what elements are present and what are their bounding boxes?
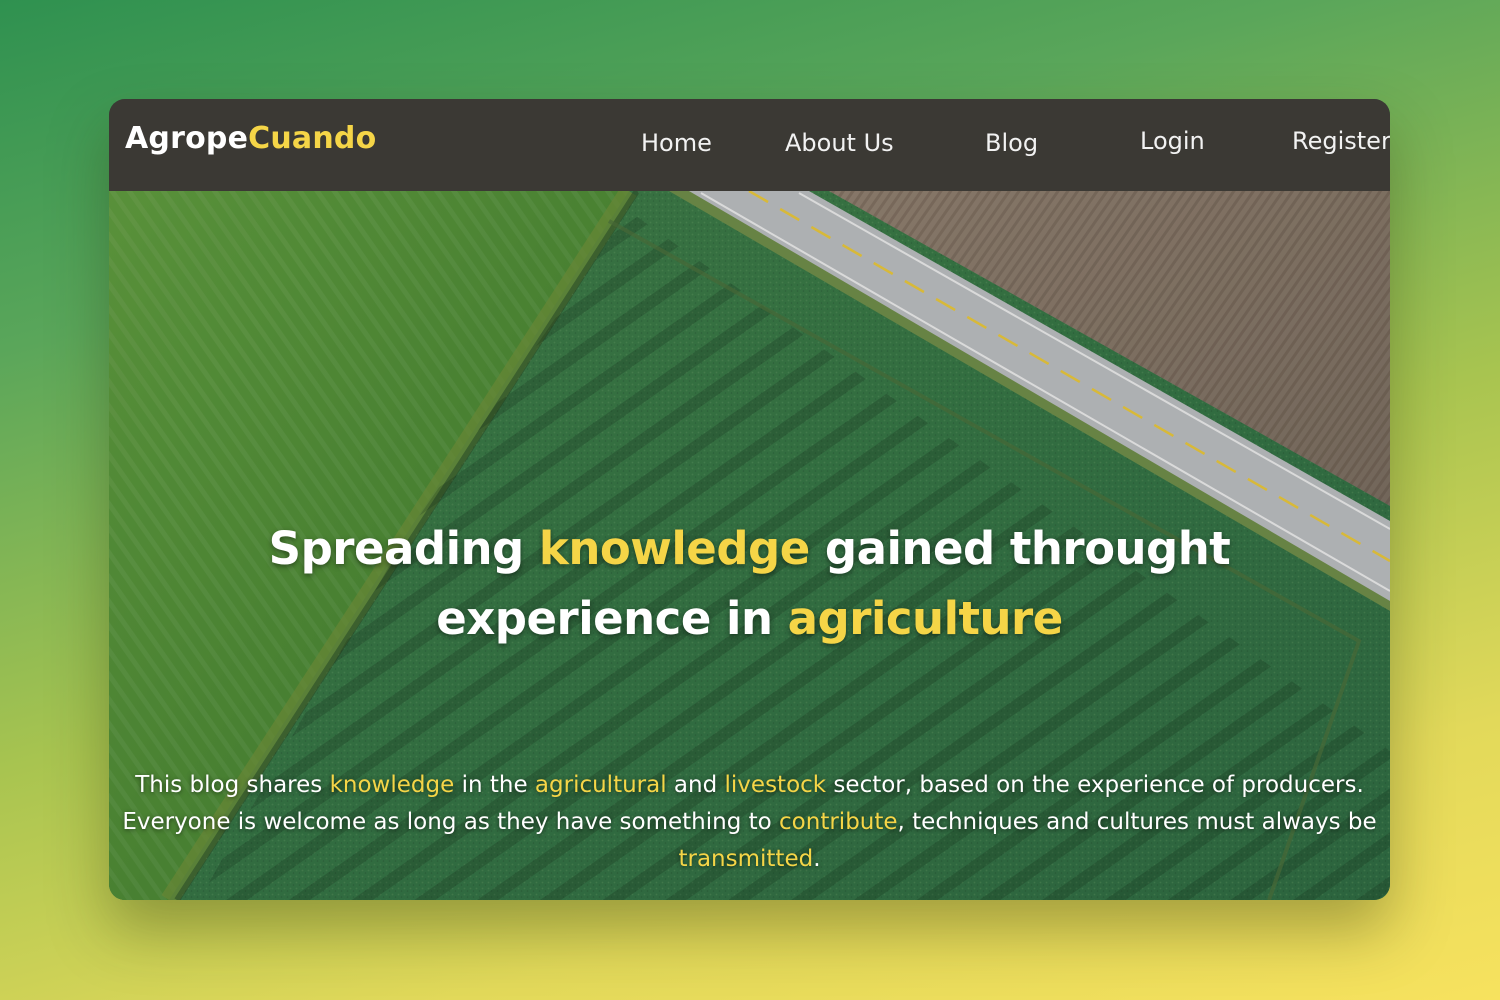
nav-home-link[interactable]: Home	[641, 129, 712, 157]
hero-headline: Spreading knowledge gained throught expe…	[109, 514, 1390, 654]
logo-text-accent: Cuando	[248, 121, 377, 156]
browser-window: AgropeCuando Home About Us Blog Login Re…	[109, 99, 1390, 900]
desc-text-1: This blog shares	[135, 772, 330, 798]
navbar: AgropeCuando Home About Us Blog Login Re…	[109, 99, 1390, 191]
logo-text-primary: Agrope	[125, 121, 249, 156]
desc-text-5: , techniques and cultures must always be	[897, 809, 1377, 835]
desc-highlight-transmitted: transmitted	[678, 846, 814, 872]
desc-text-2: in the	[454, 772, 535, 798]
nav-blog-link[interactable]: Blog	[985, 129, 1038, 157]
headline-text-2: gained throught	[809, 522, 1231, 575]
nav-login-link[interactable]: Login	[1140, 127, 1205, 155]
hero-description: This blog shares knowledge in the agricu…	[117, 767, 1382, 878]
nav-register-link[interactable]: Register	[1292, 127, 1390, 155]
nav-about-link[interactable]: About Us	[785, 129, 894, 157]
headline-text-1: Spreading	[268, 522, 539, 575]
desc-text-3: and	[666, 772, 725, 798]
desc-text-6: .	[813, 846, 821, 872]
desc-highlight-contribute: contribute	[779, 809, 898, 835]
desc-highlight-knowledge: knowledge	[329, 772, 455, 798]
headline-highlight-knowledge: knowledge	[538, 522, 810, 575]
desc-highlight-agricultural: agricultural	[534, 772, 667, 798]
site-logo[interactable]: AgropeCuando	[125, 121, 376, 156]
headline-highlight-agriculture: agriculture	[787, 592, 1064, 645]
desc-highlight-livestock: livestock	[724, 772, 827, 798]
headline-text-3: experience in	[436, 592, 788, 645]
